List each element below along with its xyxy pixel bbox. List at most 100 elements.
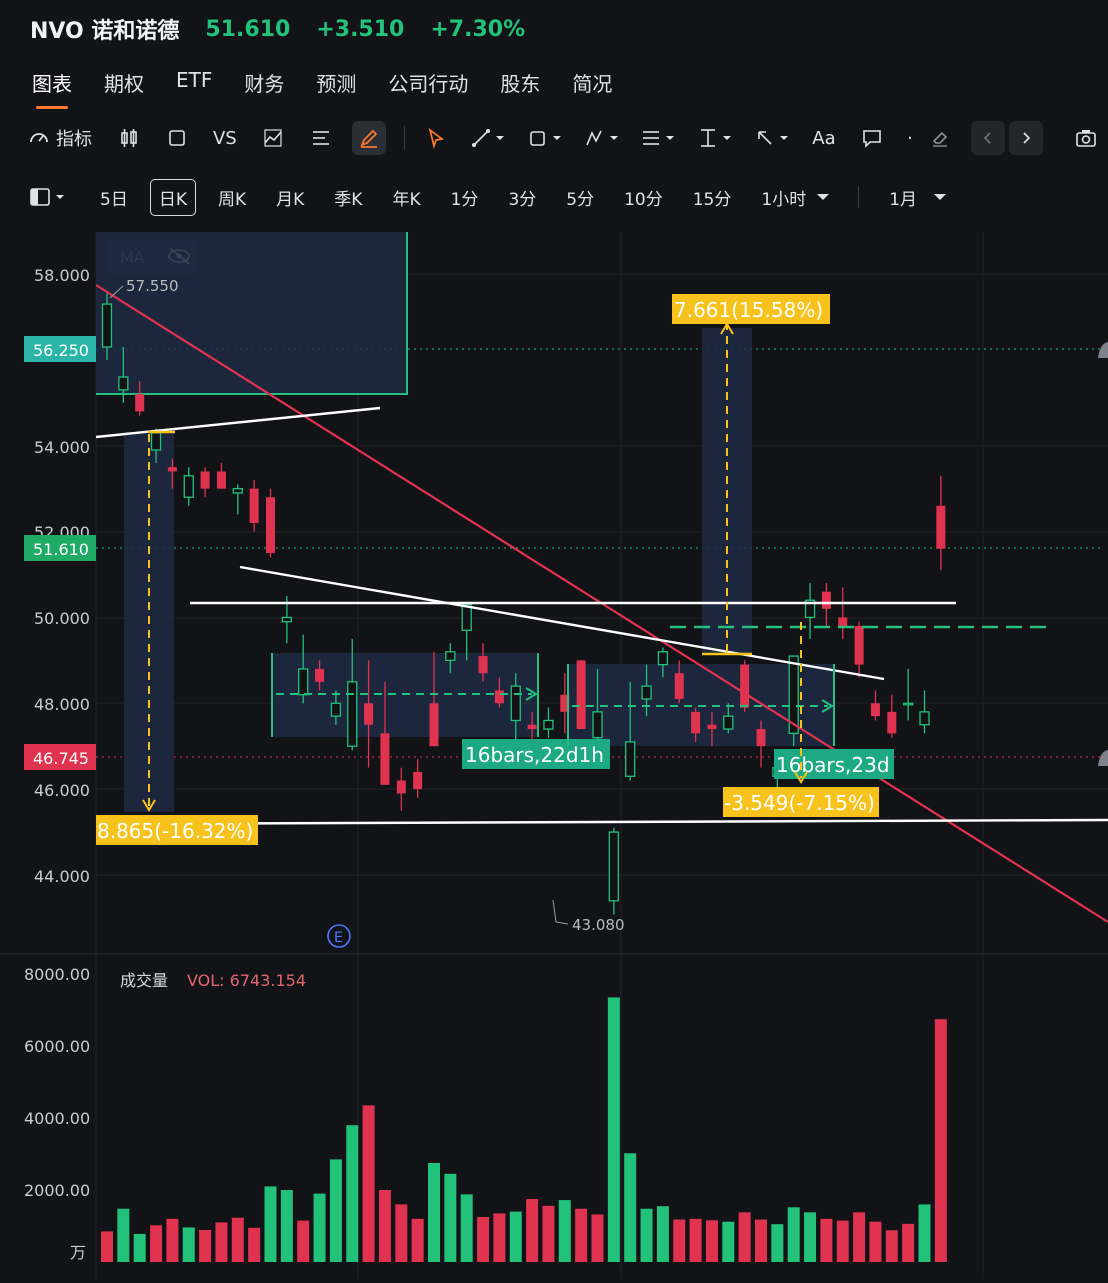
volume-bar[interactable]: [493, 1213, 506, 1262]
volume-bar[interactable]: [804, 1212, 817, 1262]
candle[interactable]: [903, 668, 914, 721]
period-yearly[interactable]: 年K: [392, 185, 420, 210]
volume-bar[interactable]: [705, 1220, 718, 1262]
period-monthly[interactable]: 月K: [276, 185, 304, 210]
candle[interactable]: [200, 467, 210, 498]
volume-bar[interactable]: [460, 1194, 473, 1262]
volume-bar[interactable]: [231, 1217, 244, 1262]
volume-bar[interactable]: [411, 1218, 424, 1262]
candle[interactable]: [740, 660, 750, 712]
volume-bar[interactable]: [656, 1206, 669, 1262]
candle[interactable]: [821, 583, 831, 627]
candle[interactable]: [543, 707, 554, 738]
volume-bar[interactable]: [150, 1225, 163, 1262]
candle[interactable]: [788, 655, 799, 747]
volume-bar[interactable]: [575, 1208, 588, 1262]
volume-bar[interactable]: [722, 1221, 735, 1262]
period-1mo[interactable]: 1月: [889, 185, 949, 210]
lines-button[interactable]: [304, 121, 338, 155]
period-1h[interactable]: 1小时: [761, 185, 832, 210]
compare-button[interactable]: VS: [208, 121, 242, 155]
candle[interactable]: [936, 475, 946, 571]
volume-bar[interactable]: [934, 1019, 947, 1262]
volume-bar[interactable]: [558, 1200, 571, 1262]
volume-bar[interactable]: [787, 1207, 800, 1262]
candle[interactable]: [396, 767, 406, 811]
scroll-left-button[interactable]: [970, 121, 1005, 155]
volume-bar[interactable]: [428, 1163, 440, 1262]
eraser-button[interactable]: [923, 121, 957, 155]
volume-bar[interactable]: [215, 1222, 228, 1262]
candle[interactable]: [232, 484, 243, 515]
volume-bar[interactable]: [297, 1220, 310, 1262]
bell-icon[interactable]: [1098, 750, 1108, 766]
volume-bar[interactable]: [199, 1229, 212, 1262]
shape-button[interactable]: [524, 121, 567, 155]
candle[interactable]: [266, 488, 275, 558]
arrow-button[interactable]: [750, 121, 793, 155]
period-quarterly[interactable]: 季K: [334, 185, 362, 210]
volume-bar[interactable]: [444, 1173, 457, 1262]
volume-bar[interactable]: [853, 1212, 866, 1262]
candle[interactable]: [804, 583, 816, 639]
trendline-button[interactable]: [467, 121, 510, 155]
volume-bar[interactable]: [378, 1190, 391, 1262]
volume-bar[interactable]: [264, 1186, 277, 1262]
volume-bar[interactable]: [133, 1233, 146, 1262]
volume-bar[interactable]: [542, 1205, 555, 1262]
tab-etf[interactable]: ETF: [176, 68, 212, 97]
volume-bar[interactable]: [280, 1190, 293, 1262]
candle[interactable]: [298, 634, 309, 704]
kline-chart[interactable]: MA 58.000 54.000 52.000 50.000 48.000 46…: [0, 232, 1108, 1279]
volume-bar[interactable]: [738, 1212, 751, 1262]
volume-bar[interactable]: [313, 1193, 326, 1262]
tab-shareholders[interactable]: 股东: [500, 68, 540, 97]
pattern-button[interactable]: [580, 121, 623, 155]
period-15m[interactable]: 15分: [693, 185, 732, 210]
tab-chart[interactable]: 图表: [32, 68, 72, 109]
bell-icon[interactable]: [1098, 342, 1108, 358]
candle[interactable]: [413, 759, 423, 798]
candle[interactable]: [249, 480, 259, 532]
cursor-button[interactable]: [419, 121, 453, 155]
volume-bar[interactable]: [526, 1199, 539, 1262]
period-3m[interactable]: 3分: [508, 185, 536, 210]
tab-options[interactable]: 期权: [104, 68, 144, 97]
volume-bar[interactable]: [640, 1208, 653, 1262]
volume-bar[interactable]: [117, 1208, 130, 1262]
candle[interactable]: [576, 660, 586, 730]
volume-bar[interactable]: [248, 1227, 261, 1262]
period-weekly[interactable]: 周K: [218, 185, 246, 210]
volume-bar[interactable]: [101, 1231, 113, 1262]
candle-type-button[interactable]: [112, 121, 146, 155]
volume-bar[interactable]: [395, 1204, 408, 1262]
period-10m[interactable]: 10分: [624, 185, 663, 210]
tab-financials[interactable]: 财务: [244, 68, 284, 97]
trendline-white-1[interactable]: [95, 406, 381, 439]
volume-bar[interactable]: [362, 1105, 375, 1262]
volume-bar[interactable]: [346, 1125, 359, 1262]
candle[interactable]: [870, 690, 880, 721]
volume-bar[interactable]: [918, 1204, 931, 1262]
volume-bar[interactable]: [477, 1217, 490, 1262]
volume-bar[interactable]: [820, 1218, 833, 1262]
volume-bar[interactable]: [836, 1220, 849, 1262]
tab-profile[interactable]: 简况: [572, 68, 612, 97]
comment-button[interactable]: [855, 121, 889, 155]
volume-bar[interactable]: [771, 1224, 784, 1262]
measure-button[interactable]: [694, 121, 737, 155]
period-5m[interactable]: 5分: [566, 185, 594, 210]
volume-bar[interactable]: [624, 1153, 637, 1262]
volume-bar[interactable]: [607, 997, 620, 1262]
draw-tool-button[interactable]: [351, 121, 386, 155]
layout-toggle[interactable]: [28, 186, 68, 208]
candle[interactable]: [608, 827, 619, 915]
volume-bar[interactable]: [182, 1227, 195, 1262]
candle[interactable]: [183, 467, 194, 506]
candle[interactable]: [887, 694, 897, 738]
volume-bar[interactable]: [885, 1230, 898, 1262]
text-tool-button[interactable]: Aa: [807, 121, 841, 155]
volume-bar[interactable]: [509, 1211, 522, 1262]
volume-bar[interactable]: [591, 1214, 604, 1262]
candle[interactable]: [919, 690, 930, 734]
